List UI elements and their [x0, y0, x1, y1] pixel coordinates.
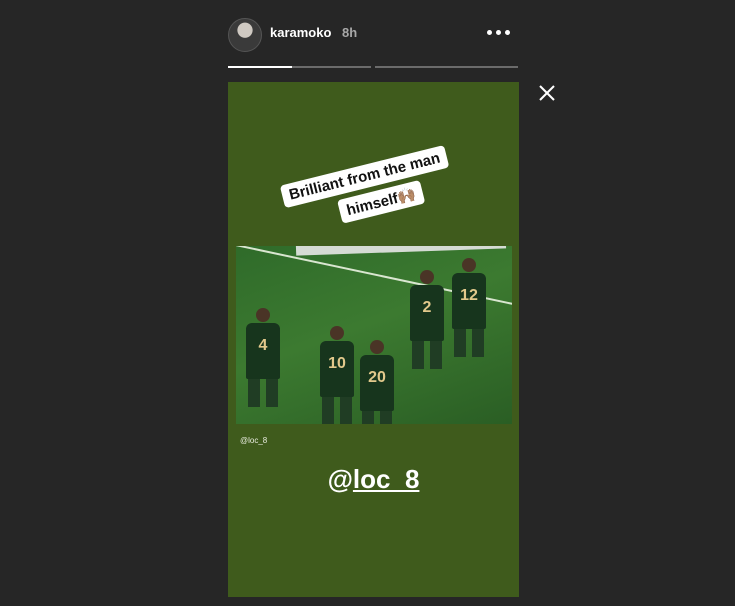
story-header: karamoko 8h [228, 16, 518, 56]
story-frame[interactable]: Brilliant from the man himself🙌🏽 4 10 20… [228, 82, 519, 597]
player-number: 10 [328, 355, 346, 372]
mention-at: @ [327, 464, 353, 494]
caption-sticker: Brilliant from the man himself🙌🏽 [279, 144, 462, 240]
player-figure: 12 [452, 258, 486, 357]
ad-board [295, 246, 507, 256]
player-figure: 2 [410, 270, 444, 369]
mention-sticker[interactable]: @loc_8 [228, 464, 519, 495]
player-figure: 20 [360, 340, 394, 424]
player-number: 4 [258, 337, 268, 354]
player-figure: 10 [320, 326, 354, 424]
timestamp: 8h [342, 25, 358, 40]
close-icon[interactable] [537, 83, 557, 103]
player-number: 20 [368, 369, 386, 386]
user-avatar-icon[interactable] [228, 18, 262, 52]
progress-segment-1 [228, 66, 371, 68]
more-options-icon[interactable] [487, 30, 510, 35]
mention-handle[interactable]: loc_8 [353, 464, 420, 494]
photo-credit: @loc_8 [240, 436, 268, 445]
player-figure: 4 [246, 308, 280, 407]
progress-segment-2 [375, 66, 518, 68]
player-number: 12 [460, 287, 478, 304]
player-number: 2 [422, 299, 432, 316]
username[interactable]: karamoko [270, 25, 331, 40]
shared-photo: 4 10 20 2 12 [236, 246, 512, 424]
